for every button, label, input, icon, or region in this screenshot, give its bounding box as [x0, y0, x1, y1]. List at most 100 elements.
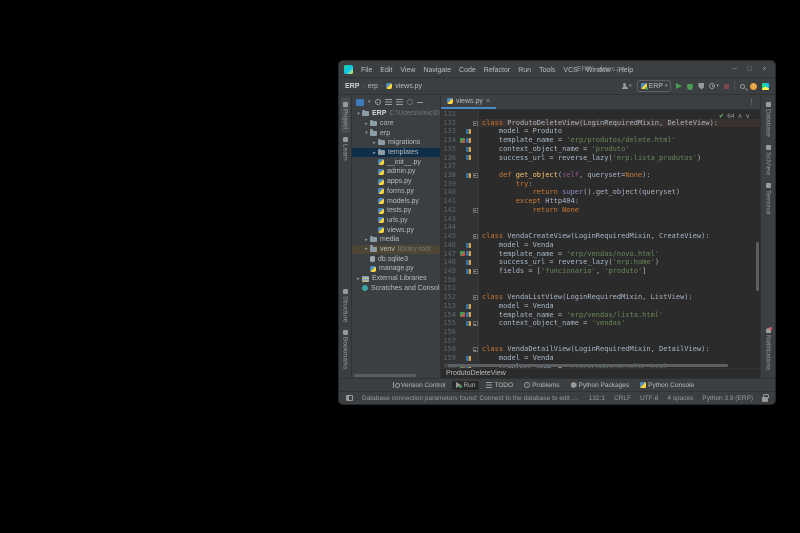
- editor-horizontal-scrollbar[interactable]: [447, 364, 728, 367]
- django-gutter-icon[interactable]: [466, 321, 471, 327]
- django-gutter-icon[interactable]: [466, 242, 471, 248]
- code-line[interactable]: 134 template_name = 'erp/produtos/delete…: [441, 136, 760, 145]
- expand-all-icon[interactable]: [384, 99, 392, 105]
- tool-stripe-terminal[interactable]: Terminal: [764, 179, 773, 219]
- code-line[interactable]: 136 success_url = reverse_lazy('erp:list…: [441, 153, 760, 163]
- toolwindow-button-version-control[interactable]: Version Control: [389, 381, 449, 390]
- tool-stripe-notifications[interactable]: Notifications: [764, 324, 773, 374]
- code-line[interactable]: 133 model = Produto: [441, 127, 760, 137]
- fold-column[interactable]: [472, 293, 479, 302]
- tree-item-venv[interactable]: ▸ venv library root: [352, 244, 440, 255]
- project-horizontal-scrollbar[interactable]: [354, 374, 416, 377]
- toolwindow-button-python-console[interactable]: Python Console: [636, 381, 698, 390]
- fold-marker-icon[interactable]: [472, 268, 478, 274]
- code-line[interactable]: 149 fields = ['funcionario', 'produto']: [441, 266, 760, 276]
- code-line[interactable]: 156: [441, 327, 760, 337]
- status-item-utf-8[interactable]: UTF-8: [640, 395, 658, 402]
- django-gutter-icon[interactable]: [466, 251, 471, 257]
- tree-item-external-libraries[interactable]: ▸ External Libraries: [352, 274, 440, 284]
- ide-features-icon[interactable]: [762, 82, 769, 90]
- fold-marker-icon[interactable]: [472, 347, 478, 353]
- template-gutter-icon[interactable]: [460, 312, 465, 318]
- menu-item-file[interactable]: File: [357, 67, 376, 74]
- editor-vertical-scrollbar[interactable]: [756, 241, 759, 291]
- code-line[interactable]: 142 return None: [441, 205, 760, 215]
- code-line[interactable]: 159 model = Venda: [441, 354, 760, 363]
- code-line[interactable]: 135 context_object_name = 'produto': [441, 144, 760, 154]
- next-problem-icon[interactable]: ∨: [745, 112, 750, 120]
- stop-button[interactable]: [724, 83, 729, 89]
- code-line[interactable]: 153 model = Venda: [441, 301, 760, 311]
- profiler-button[interactable]: ▾: [709, 83, 719, 89]
- tree-chevron-icon[interactable]: ▸: [355, 276, 362, 282]
- chevron-down-icon[interactable]: ▾: [368, 99, 371, 105]
- django-gutter-icon[interactable]: [466, 260, 471, 266]
- tree-chevron-icon[interactable]: ▸: [371, 140, 378, 146]
- lock-icon[interactable]: [762, 393, 769, 402]
- django-gutter-icon[interactable]: [466, 129, 471, 135]
- menu-item-navigate[interactable]: Navigate: [419, 67, 455, 74]
- status-item-132-1[interactable]: 132:1: [589, 395, 605, 402]
- django-gutter-icon[interactable]: [466, 312, 471, 318]
- toolwindow-button-problems[interactable]: ! Problems: [520, 381, 563, 390]
- tree-item-migrations[interactable]: ▸ migrations: [352, 138, 440, 148]
- coverage-button[interactable]: [698, 82, 705, 90]
- run-configuration-select[interactable]: ERP ▾: [636, 80, 672, 92]
- tree-item-media[interactable]: ▸ media: [352, 235, 440, 245]
- locate-file-icon[interactable]: [374, 99, 381, 105]
- toolwindow-button-run[interactable]: Run: [452, 380, 480, 390]
- code-line[interactable]: 147 template_name = 'erp/vendas/novo.htm…: [441, 249, 760, 259]
- prev-problem-icon[interactable]: ∧: [737, 112, 742, 120]
- run-button[interactable]: [676, 83, 683, 89]
- tree-chevron-icon[interactable]: ▸: [371, 150, 378, 156]
- tree-chevron-icon[interactable]: ▾: [363, 130, 370, 136]
- django-gutter-icon[interactable]: [466, 172, 471, 178]
- tool-stripe-project[interactable]: Project: [340, 98, 350, 134]
- django-gutter-icon[interactable]: [466, 146, 471, 152]
- inspection-widget[interactable]: ✔ 64 ∧ ∨: [719, 112, 750, 121]
- status-item-4-spaces[interactable]: 4 spaces: [667, 395, 693, 402]
- close-icon[interactable]: ×: [757, 61, 772, 78]
- fold-marker-icon[interactable]: [472, 233, 478, 239]
- code-editor[interactable]: ✔ 64 ∧ ∨ 131 132 class ProdutoDeleteView(L…: [441, 110, 760, 368]
- menu-item-code[interactable]: Code: [455, 67, 480, 74]
- fold-column[interactable]: [472, 118, 479, 128]
- gear-icon[interactable]: [406, 99, 413, 105]
- tree-chevron-icon[interactable]: ▸: [363, 237, 370, 243]
- tree-item-admin-py[interactable]: admin.py: [352, 167, 440, 177]
- menu-item-view[interactable]: View: [396, 67, 419, 74]
- project-view-icon[interactable]: [356, 98, 364, 106]
- minimize-icon[interactable]: ─: [727, 61, 742, 78]
- breadcrumb-item[interactable]: erp: [368, 83, 378, 90]
- code-line[interactable]: 132 class ProdutoDeleteView(LoginRequired…: [441, 118, 760, 128]
- maximize-icon[interactable]: □: [742, 61, 757, 78]
- tab-options-icon[interactable]: ⋮: [743, 98, 760, 106]
- code-line[interactable]: 131: [441, 110, 760, 119]
- code-line[interactable]: 137: [441, 162, 760, 172]
- code-line[interactable]: 143: [441, 214, 760, 224]
- toolwindow-button-python-packages[interactable]: Python Packages: [567, 381, 634, 390]
- toolwindow-button-todo[interactable]: TODO: [482, 381, 517, 390]
- tree-item-urls-py[interactable]: urls.py: [352, 216, 440, 226]
- code-line[interactable]: 154 template_name = 'erp/vendas/lista.ht…: [441, 310, 760, 320]
- tree-item---init---py[interactable]: __init__.py: [352, 157, 440, 167]
- django-gutter-icon[interactable]: [466, 155, 471, 161]
- code-line[interactable]: 144: [441, 223, 760, 233]
- collapse-all-icon[interactable]: [395, 99, 403, 105]
- fold-marker-icon[interactable]: [472, 321, 478, 327]
- code-line[interactable]: 155 context_object_name = 'vendas': [441, 319, 760, 328]
- fold-marker-icon[interactable]: [472, 120, 478, 126]
- code-line[interactable]: 150: [441, 275, 760, 285]
- breadcrumb-item[interactable]: ERP: [345, 83, 359, 90]
- code-line[interactable]: 141 except Http404:: [441, 197, 760, 206]
- django-gutter-icon[interactable]: [466, 268, 471, 274]
- fold-column[interactable]: [472, 319, 479, 328]
- code-line[interactable]: 139 try:: [441, 179, 760, 189]
- debug-button[interactable]: [687, 81, 694, 90]
- tree-item-manage-py[interactable]: manage.py: [352, 264, 440, 274]
- fold-column[interactable]: [472, 171, 479, 180]
- tree-item-apps-py[interactable]: apps.py: [352, 177, 440, 187]
- code-line[interactable]: 152 class VendaListView(LoginRequiredMixi…: [441, 293, 760, 302]
- tree-item-templates[interactable]: ▸ templates: [352, 147, 440, 158]
- tree-item-erp[interactable]: ▾ ERPC:\Users\vinic\Develop: [352, 109, 440, 119]
